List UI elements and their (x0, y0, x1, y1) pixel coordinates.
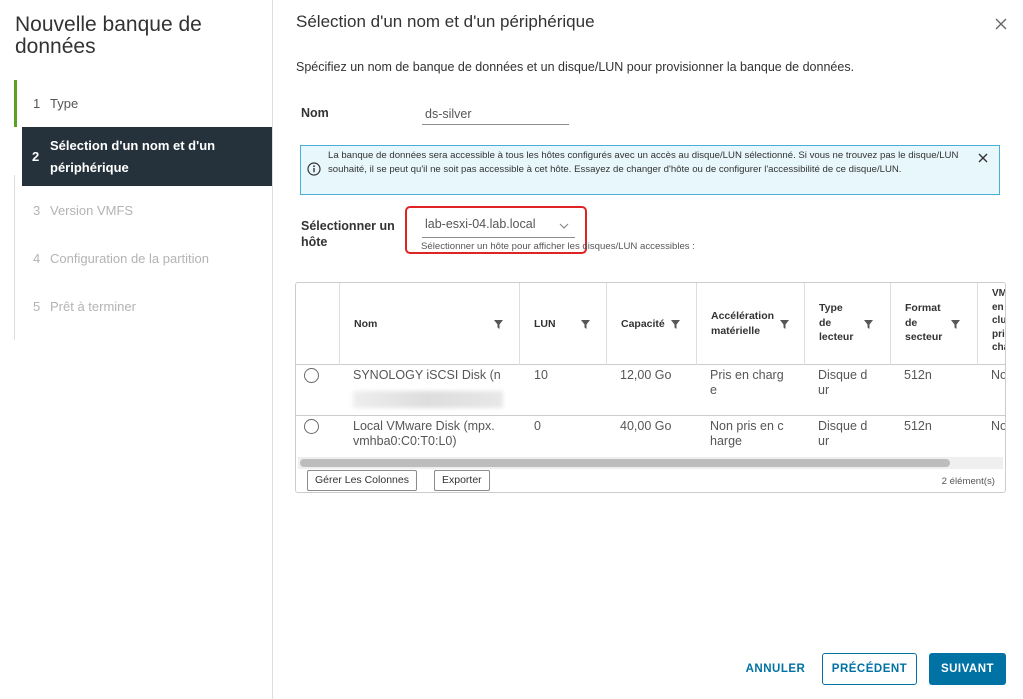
column-header-fragment: VM (992, 288, 1006, 299)
table-row[interactable]: SYNOLOGY iSCSI Disk (n 10 12,00 Go Pris … (296, 365, 1005, 416)
filter-icon[interactable] (671, 320, 680, 329)
column-hw-accel[interactable]: Accélération matérielle (697, 283, 805, 365)
info-icon (307, 162, 321, 176)
column-header-fragment: pri (992, 328, 1005, 340)
step-number: 5 (33, 298, 41, 314)
wizard-main: Sélection d'un nom et d'un périphérique … (274, 0, 1023, 699)
column-header-label: Accélération matérielle (711, 310, 775, 337)
filter-icon[interactable] (780, 320, 789, 329)
info-alert: La banque de données sera accessible à t… (300, 145, 1000, 195)
host-select[interactable]: lab-esxi-04.lab.local (422, 217, 575, 238)
step-vmfs-version: 3 Version VMFS (14, 186, 272, 234)
cell-hw-accel: Pris en charg e (710, 368, 784, 397)
filter-icon[interactable] (581, 320, 590, 329)
step-label: Type (50, 96, 79, 111)
column-sector-format[interactable]: Format de secteur (891, 283, 978, 365)
step-type[interactable]: 1 Type (14, 80, 272, 127)
horizontal-scrollbar[interactable] (298, 457, 1003, 469)
cell-clustered-vmfs: No (991, 368, 1006, 382)
column-header-label: Capacité (621, 318, 665, 330)
wizard-title: Nouvelle banque de données (15, 13, 202, 58)
name-label: Nom (301, 106, 329, 120)
grid-header: Nom LUN Capacité Accélération matérielle… (296, 283, 1005, 365)
column-header-label: Nom (354, 318, 378, 330)
cell-lun: 0 (534, 419, 541, 433)
table-row[interactable]: Local VMware Disk (mpx. vmhba0:C0:T0:L0)… (296, 416, 1005, 456)
chevron-down-icon (559, 223, 569, 229)
column-select (296, 283, 340, 365)
datastore-name-input[interactable] (422, 104, 569, 125)
step-label: Configuration de la partition (50, 250, 209, 266)
step-number: 3 (33, 202, 41, 218)
column-header-label: Type de lecteur (819, 302, 854, 343)
step-number: 1 (33, 96, 41, 111)
previous-button[interactable]: PRÉCÉDENT (822, 653, 917, 685)
step-number: 4 (33, 250, 41, 266)
filter-icon[interactable] (494, 320, 503, 329)
column-header-fragment: en (992, 301, 1004, 313)
step-label: Prêt à terminer (50, 298, 136, 314)
column-header-label: VM en clu pri cha (992, 287, 1006, 355)
step-name-device[interactable]: 2 Sélection d'un nom et d'un périphériqu… (22, 127, 272, 186)
item-count: 2 élément(s) (941, 476, 995, 487)
column-header-label: Format de secteur (905, 302, 943, 343)
step-label: Sélection d'un nom et d'un périphérique (50, 137, 216, 175)
row-radio[interactable] (304, 368, 319, 383)
steps-divider (14, 175, 15, 340)
column-name[interactable]: Nom (340, 283, 520, 365)
close-icon[interactable] (978, 153, 988, 163)
row-radio[interactable] (304, 419, 319, 434)
cell-hw-accel: Non pris en c harge (710, 419, 784, 448)
column-header-fragment: cha (992, 342, 1005, 353)
column-drive-type[interactable]: Type de lecteur (805, 283, 891, 365)
step-partition-config: 4 Configuration de la partition (14, 234, 272, 282)
host-label: Sélectionner un hôte (301, 219, 395, 249)
cell-name: SYNOLOGY iSCSI Disk (n (353, 368, 501, 382)
page-title: Sélection d'un nom et d'un périphérique (296, 12, 595, 31)
next-button[interactable]: SUIVANT (929, 653, 1006, 685)
column-capacity[interactable]: Capacité (607, 283, 697, 365)
column-header-fragment: clu (992, 315, 1006, 326)
column-clustered-vmfs[interactable]: VM en clu pri cha (978, 283, 1006, 365)
filter-icon[interactable] (951, 320, 960, 329)
cancel-button[interactable]: ANNULER (742, 653, 809, 685)
wizard-steps: 1 Type 2 Sélection d'un nom et d'un péri… (14, 80, 272, 330)
wizard-sidebar: Nouvelle banque de données 1 Type 2 Séle… (0, 0, 273, 699)
cell-name: Local VMware Disk (mpx. vmhba0:C0:T0:L0) (353, 419, 495, 448)
scrollbar-thumb[interactable] (300, 459, 950, 467)
info-alert-text: La banque de données sera accessible à t… (328, 150, 959, 175)
cell-capacity: 12,00 Go (620, 368, 672, 382)
intro-text: Spécifiez un nom de banque de données et… (296, 60, 855, 74)
export-button[interactable]: Exporter (434, 470, 490, 491)
cell-clustered-vmfs: No (991, 419, 1006, 433)
redacted-text (353, 391, 503, 408)
cell-drive-type: Disque d ur (818, 419, 868, 448)
step-label: Version VMFS (50, 202, 134, 218)
device-grid: Nom LUN Capacité Accélération matérielle… (295, 282, 1006, 493)
host-select-value: lab-esxi-04.lab.local (425, 217, 536, 231)
host-hint: Sélectionner un hôte pour afficher les d… (421, 241, 695, 252)
filter-icon[interactable] (864, 320, 873, 329)
column-lun[interactable]: LUN (520, 283, 607, 365)
cell-lun: 10 (534, 368, 548, 382)
column-header-label: LUN (534, 318, 556, 330)
step-ready: 5 Prêt à terminer (14, 282, 272, 330)
cell-sector-format: 512n (904, 368, 932, 382)
cell-drive-type: Disque d ur (818, 368, 868, 397)
cell-capacity: 40,00 Go (620, 419, 672, 433)
step-number: 2 (32, 148, 40, 164)
close-icon[interactable] (993, 16, 1009, 32)
manage-columns-button[interactable]: Gérer Les Colonnes (307, 470, 417, 491)
cell-sector-format: 512n (904, 419, 932, 433)
